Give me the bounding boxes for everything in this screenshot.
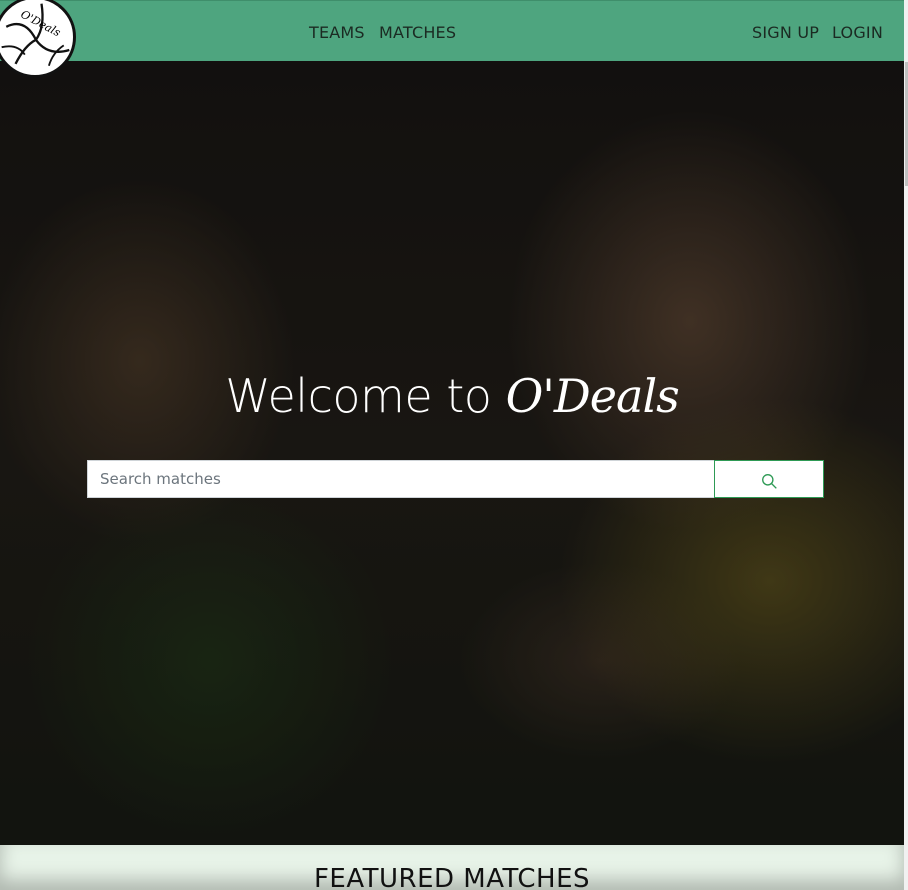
hero-title: Welcome to O'Deals (0, 369, 904, 423)
nav-link-matches[interactable]: MATCHES (379, 23, 456, 42)
nav-link-login[interactable]: LOGIN (832, 23, 883, 42)
search-icon (761, 473, 777, 489)
hero-title-brand: O'Deals (505, 369, 680, 423)
nav-link-teams[interactable]: TEAMS (309, 23, 365, 42)
search-input[interactable] (87, 460, 715, 498)
featured-title: FEATURED MATCHES (313, 864, 591, 890)
featured-section: FEATURED MATCHES (0, 845, 904, 890)
hero-banner: Welcome to O'Deals (0, 61, 904, 845)
hero-title-prefix: Welcome to (225, 369, 492, 423)
football-logo-icon (0, 0, 73, 75)
search-button[interactable] (714, 460, 824, 498)
navbar: TEAMS MATCHES SIGN UP LOGIN (0, 0, 904, 61)
hero-overlay (0, 61, 904, 845)
nav-link-signup[interactable]: SIGN UP (752, 23, 819, 42)
